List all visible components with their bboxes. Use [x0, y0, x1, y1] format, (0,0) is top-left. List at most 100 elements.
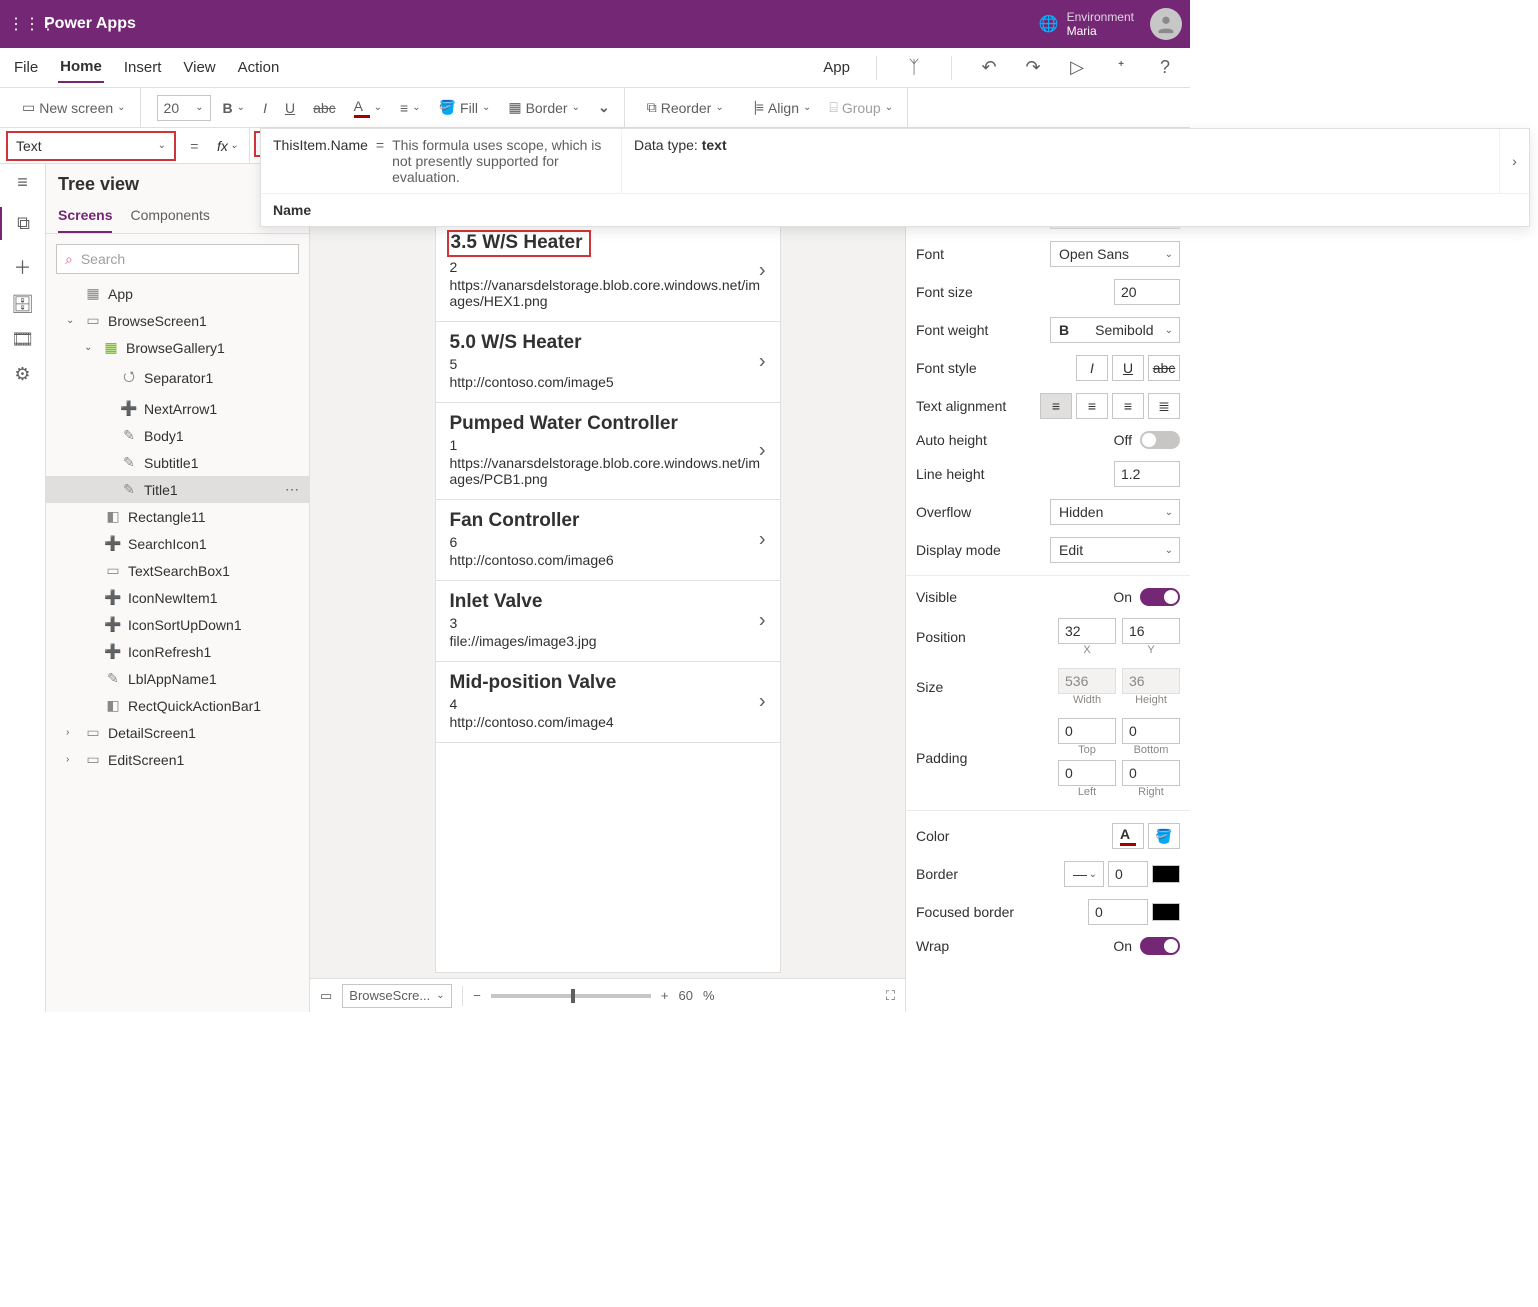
- reorder-button[interactable]: ⧉ Reorder ⌄: [641, 97, 730, 118]
- align-right-button[interactable]: ≡: [1112, 393, 1144, 419]
- menu-action[interactable]: Action: [236, 53, 282, 82]
- gallery-item-title[interactable]: 3.5 W/S Heater: [447, 230, 591, 257]
- prop-position-y[interactable]: 16: [1122, 618, 1180, 644]
- tree-node-rectangle[interactable]: ◧Rectangle11: [46, 503, 309, 530]
- redo-icon[interactable]: ↷: [1020, 57, 1046, 78]
- tree-node-detailscreen[interactable]: ›▭DetailScreen1: [46, 719, 309, 746]
- new-screen-button[interactable]: ▭ New screen ⌄: [16, 97, 132, 118]
- gallery-item[interactable]: 5.0 W/S Heater 5 http://contoso.com/imag…: [436, 322, 780, 403]
- gallery-item[interactable]: Fan Controller 6 http://contoso.com/imag…: [436, 500, 780, 581]
- tree-node-more-icon[interactable]: ⋯: [285, 481, 301, 498]
- tree-node-body[interactable]: ✎Body1: [46, 422, 309, 449]
- align-left-button[interactable]: ≡: [1040, 393, 1072, 419]
- prop-border-style[interactable]: —⌄: [1064, 861, 1104, 887]
- gallery-item[interactable]: Inlet Valve 3 file://images/image3.jpg ›: [436, 581, 780, 662]
- prop-fontsize-input[interactable]: 20: [1114, 279, 1180, 305]
- strike-button[interactable]: abc: [307, 98, 342, 118]
- zoom-slider[interactable]: [491, 994, 651, 998]
- prop-padding-right[interactable]: 0: [1122, 760, 1180, 786]
- gallery-item[interactable]: Mid-position Valve 4 http://contoso.com/…: [436, 662, 780, 743]
- gallery-item[interactable]: 3.5 W/S Heater 2 https://vanarsdelstorag…: [436, 220, 780, 322]
- prop-size-w[interactable]: 536: [1058, 668, 1116, 694]
- chevron-right-icon[interactable]: ›: [759, 610, 766, 633]
- tree-node-textsearchbox[interactable]: ▭TextSearchBox1: [46, 557, 309, 584]
- tree-node-app[interactable]: ▦App: [46, 280, 309, 307]
- canvas-phone-preview[interactable]: ⌕ Search items 3.5 W/S Heater 2 https://…: [436, 174, 780, 972]
- zoom-in-button[interactable]: +: [661, 988, 669, 1003]
- prop-focusedborder-color[interactable]: [1152, 903, 1180, 921]
- play-icon[interactable]: ▷: [1064, 57, 1090, 78]
- rail-treeview-icon[interactable]: ⧉: [0, 207, 45, 240]
- tab-components[interactable]: Components: [130, 203, 209, 233]
- menu-view[interactable]: View: [181, 53, 217, 82]
- fill-button[interactable]: 🪣 Fill ⌄: [433, 97, 497, 118]
- prop-overflow-select[interactable]: Hidden⌄: [1050, 499, 1180, 525]
- menu-file[interactable]: File: [12, 53, 40, 82]
- gallery-item[interactable]: Pumped Water Controller 1 https://vanars…: [436, 403, 780, 500]
- menu-home[interactable]: Home: [58, 52, 104, 83]
- tree-node-lblappname[interactable]: ✎LblAppName1: [46, 665, 309, 692]
- italic-button[interactable]: I: [257, 98, 273, 118]
- prop-position-x[interactable]: 32: [1058, 618, 1116, 644]
- rail-media-icon[interactable]: 🎞: [11, 329, 34, 350]
- environment-picker[interactable]: 🌐 Environment Maria: [1039, 10, 1134, 38]
- undo-icon[interactable]: ↶: [976, 57, 1002, 78]
- help-icon[interactable]: ?: [1152, 57, 1178, 78]
- tab-screens[interactable]: Screens: [58, 203, 112, 233]
- property-selector[interactable]: Text ⌄: [6, 131, 176, 161]
- fit-to-screen-icon[interactable]: ⛶: [886, 988, 895, 1004]
- tree-node-iconsort[interactable]: ➕IconSortUpDown1: [46, 611, 309, 638]
- tree-node-nextarrow[interactable]: ➕NextArrow1: [46, 395, 309, 422]
- underline-button[interactable]: U: [279, 98, 301, 118]
- rail-data-icon[interactable]: 🗄: [11, 294, 34, 315]
- prop-displaymode-select[interactable]: Edit⌄: [1050, 537, 1180, 563]
- chevron-right-icon[interactable]: ›: [759, 259, 766, 282]
- app-launcher-icon[interactable]: ⋮⋮⋮: [8, 14, 40, 34]
- prop-focusedborder-width[interactable]: 0: [1088, 899, 1148, 925]
- prop-padding-left[interactable]: 0: [1058, 760, 1116, 786]
- prop-autoheight-toggle[interactable]: [1140, 431, 1180, 449]
- textalign-button[interactable]: ≡ ⌄: [394, 98, 427, 118]
- statusbar-screen-picker[interactable]: BrowseScre...⌄: [342, 984, 452, 1008]
- tree-node-searchicon[interactable]: ➕SearchIcon1: [46, 530, 309, 557]
- prop-size-h[interactable]: 36: [1122, 668, 1180, 694]
- prop-padding-bottom[interactable]: 0: [1122, 718, 1180, 744]
- prop-color-font[interactable]: A: [1112, 823, 1144, 849]
- prop-border-color[interactable]: [1152, 865, 1180, 883]
- prop-wrap-toggle[interactable]: [1140, 937, 1180, 955]
- tree-node-subtitle[interactable]: ✎Subtitle1: [46, 449, 309, 476]
- align-center-button[interactable]: ≡: [1076, 393, 1108, 419]
- rail-settings-icon[interactable]: ⚙: [14, 364, 30, 385]
- tree-node-title[interactable]: ✎Title1⋯: [46, 476, 309, 503]
- menu-app[interactable]: App: [821, 53, 852, 82]
- chevron-right-icon[interactable]: ›: [759, 440, 766, 463]
- fontstyle-underline-button[interactable]: U: [1112, 355, 1144, 381]
- tree-search-input[interactable]: ⌕ Search: [56, 244, 299, 274]
- prop-lineheight-input[interactable]: 1.2: [1114, 461, 1180, 487]
- chevron-right-icon[interactable]: ›: [759, 691, 766, 714]
- zoom-out-button[interactable]: −: [473, 988, 481, 1003]
- user-avatar[interactable]: [1150, 8, 1182, 40]
- prop-visible-toggle[interactable]: [1140, 588, 1180, 606]
- prop-fontweight-select[interactable]: B Semibold⌄: [1050, 317, 1180, 343]
- tree-node-editscreen[interactable]: ›▭EditScreen1: [46, 746, 309, 773]
- prop-border-width[interactable]: 0: [1108, 861, 1148, 887]
- tree-node-browsegallery[interactable]: ⌄▦BrowseGallery1: [46, 334, 309, 361]
- prop-font-select[interactable]: Open Sans⌄: [1050, 241, 1180, 267]
- fx-button[interactable]: fx⌄: [206, 128, 250, 163]
- fontstyle-italic-button[interactable]: I: [1076, 355, 1108, 381]
- tree-node-browsescreen[interactable]: ⌄▭BrowseScreen1: [46, 307, 309, 334]
- border-button[interactable]: ▦ Border ⌄: [502, 97, 586, 118]
- chevron-right-icon[interactable]: ›: [759, 529, 766, 552]
- fontsize-input[interactable]: 20⌄: [157, 95, 211, 121]
- align-button[interactable]: ⎹≡ Align ⌄: [736, 97, 818, 118]
- prop-padding-top[interactable]: 0: [1058, 718, 1116, 744]
- rail-hamburger-icon[interactable]: ≡: [17, 172, 28, 193]
- overflow-button[interactable]: ⌄: [592, 97, 616, 118]
- intelli-next-icon[interactable]: ›: [1499, 129, 1529, 193]
- prop-color-fill[interactable]: 🪣: [1148, 823, 1180, 849]
- tree-node-iconnew[interactable]: ➕IconNewItem1: [46, 584, 309, 611]
- chevron-right-icon[interactable]: ›: [759, 351, 766, 374]
- share-icon[interactable]: ᐩ: [1108, 57, 1134, 78]
- bold-button[interactable]: B ⌄: [217, 98, 252, 118]
